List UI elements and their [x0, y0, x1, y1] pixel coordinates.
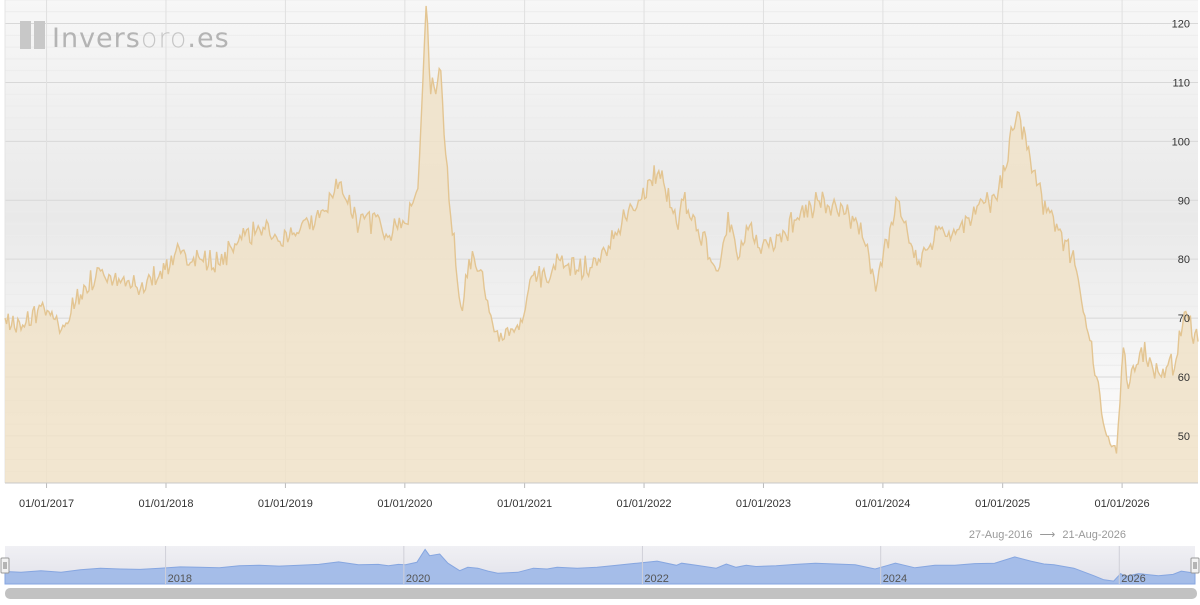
navigator-handle-right[interactable]	[1190, 557, 1200, 574]
range-to: 21-Aug-2026	[1062, 529, 1126, 541]
y-tick-label: 50	[1178, 431, 1190, 443]
x-tick-label: 01/01/2018	[138, 498, 193, 510]
y-tick-label: 110	[1172, 77, 1190, 89]
logo-text-invers: Invers	[52, 23, 141, 54]
scrollbar[interactable]	[5, 588, 1197, 599]
y-tick-label: 60	[1178, 372, 1190, 384]
logo: Inversoro.es	[20, 21, 230, 54]
x-tick-label: 01/01/2025	[975, 498, 1030, 510]
svg-text:27-Aug-2016 ⟶: 27-Aug-2016 ⟶ 21-Aug-2026	[969, 529, 1126, 541]
logo-text-es: .es	[187, 23, 229, 54]
y-tick-label: 70	[1178, 313, 1190, 325]
y-tick-label: 100	[1172, 136, 1190, 148]
navigator-label: 2024	[883, 573, 907, 585]
range-arrow: ⟶	[1040, 529, 1056, 541]
y-tick-label: 80	[1178, 254, 1190, 266]
x-tick-label: 01/01/2021	[497, 498, 552, 510]
x-tick-label: 01/01/2019	[258, 498, 313, 510]
y-tick-label: 90	[1178, 195, 1190, 207]
x-tick-label: 01/01/2020	[377, 498, 432, 510]
navigator-handle-left[interactable]	[0, 557, 10, 574]
x-axis: 01/01/2017 01/01/2018 01/01/2019 01/01/2020…	[5, 482, 1198, 510]
chart: 50 60 70 80 90 100 110 120 01/01/2017 01/01/2018…	[0, 0, 1200, 600]
x-tick-label: 01/01/2017	[19, 498, 74, 510]
navigator-label: 2018	[168, 573, 192, 585]
logo-mark-left	[20, 21, 31, 49]
range-display: 27-Aug-2016 ⟶ 21-Aug-2026	[969, 529, 1126, 541]
y-tick-label: 120	[1172, 19, 1190, 31]
x-tick-label: 01/01/2024	[855, 498, 910, 510]
x-tick-label: 01/01/2023	[736, 498, 791, 510]
logo-text-oro: oro	[141, 23, 188, 54]
logo-mark-right	[34, 21, 45, 49]
navigator-label: 2026	[1121, 573, 1145, 585]
x-tick-label: 01/01/2026	[1095, 498, 1150, 510]
x-tick-label: 01/01/2022	[617, 498, 672, 510]
navigator-label: 2020	[406, 573, 430, 585]
chart-svg: 50 60 70 80 90 100 110 120 01/01/2017 01/01/2018…	[0, 0, 1200, 599]
navigator-label: 2022	[644, 573, 668, 585]
svg-text:Inversoro.es: Inversoro.es	[52, 23, 230, 54]
navigator[interactable]: 2018 2020 2022 2024 2026	[0, 546, 1200, 585]
range-from: 27-Aug-2016	[969, 529, 1033, 541]
